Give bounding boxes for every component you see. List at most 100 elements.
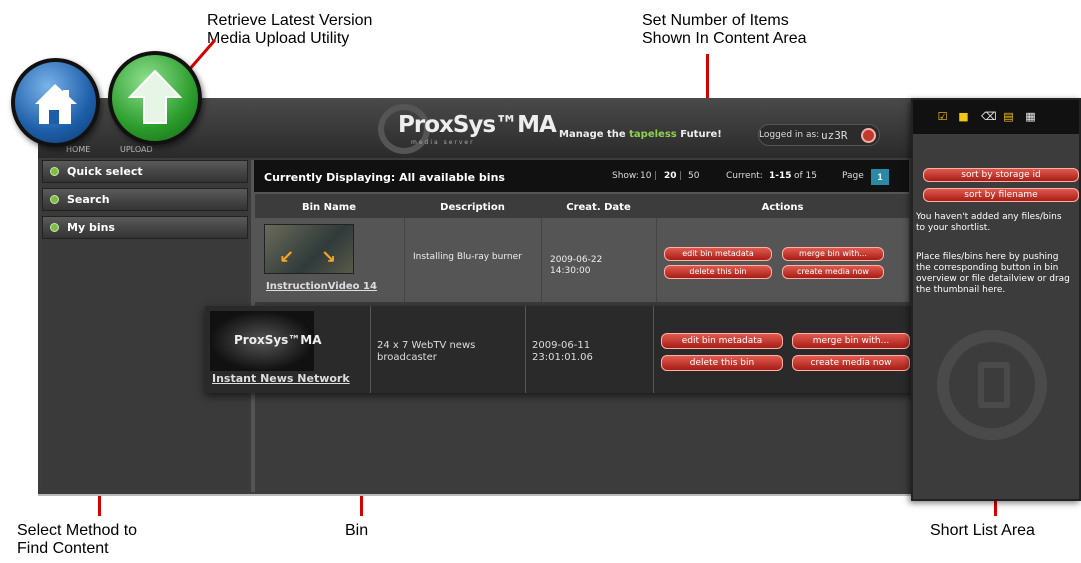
shortlist-hint-line2: the corresponding button in bin	[916, 263, 1059, 273]
show-option-10[interactable]: 10	[640, 171, 651, 181]
table-row: ↙ ↘ InstructionVideo 14 Installing Blu-r…	[254, 218, 909, 302]
shortlist-toolbar: ☑ ■ ⌫ ▤ ▦	[913, 100, 1079, 134]
bin-thumbnail[interactable]: ProxSys™MA	[210, 311, 322, 371]
bin-thumbnail[interactable]: ↙ ↘	[264, 224, 354, 274]
annotation-items-line2: Shown In Content Area	[642, 30, 807, 47]
logo-subtitle: media server	[411, 139, 475, 146]
bullet-icon	[50, 195, 59, 204]
thumbnail-logo-text: ProxSys™MA	[234, 333, 322, 347]
column-header-date: Creat. Date	[566, 202, 631, 213]
annotation-bin: Bin	[345, 522, 369, 539]
sort-by-storage-button[interactable]: sort by storage id	[923, 168, 1079, 182]
app-window: HOME UPLOAD ProxSys™MA media server Mana…	[38, 98, 913, 496]
document-watermark-icon	[937, 330, 1047, 440]
show-option-50[interactable]: 50	[688, 171, 699, 181]
up-arrow-icon	[127, 69, 183, 124]
sidebar-item-search[interactable]: Search	[42, 188, 248, 211]
current-of: of 15	[794, 171, 817, 181]
bin-name-link[interactable]: Instant News Network	[212, 372, 350, 385]
shortlist-hint-line3: overview or file detailview or drag	[916, 274, 1070, 284]
annotation-upload: Retrieve Latest Version Media Upload Uti…	[207, 12, 372, 48]
tagline-part-b: tapeless	[629, 129, 677, 140]
upload-nav-label[interactable]: UPLOAD	[120, 145, 153, 154]
sidebar-item-label: Search	[67, 193, 110, 206]
logged-in-label: Logged in as:	[759, 130, 820, 140]
separator: |	[679, 171, 683, 181]
trash-icon[interactable]: ⌫	[981, 111, 997, 122]
bin-card[interactable]: ProxSys™MA Instant News Network 24 x 7 W…	[205, 306, 915, 393]
document-shape	[978, 362, 1010, 408]
bullet-icon	[50, 167, 59, 176]
shortlist-empty-line1: You haven't added any files/bins	[916, 212, 1062, 222]
cell-divider	[525, 306, 526, 393]
annotation-items: Set Number of Items Shown In Content Are…	[642, 12, 807, 48]
sidebar-item-quick-select[interactable]: Quick select	[42, 160, 248, 183]
column-header-actions: Actions	[761, 202, 804, 213]
shortlist-empty-line2: to your shortlist.	[916, 223, 991, 233]
annotation-select: Select Method to Find Content	[17, 522, 137, 558]
arrow-icon: ↘	[321, 247, 337, 267]
shortlist-panel: ☑ ■ ⌫ ▤ ▦ sort by storage id sort by fil…	[911, 98, 1081, 501]
sidebar-item-label: My bins	[67, 221, 115, 234]
delete-bin-button[interactable]: delete this bin	[664, 265, 772, 279]
select-icon[interactable]: ■	[958, 111, 969, 122]
shortlist-hint-line1: Place files/bins here by pushing	[916, 252, 1059, 262]
sidebar-item-my-bins[interactable]: My bins	[42, 216, 248, 239]
arrow-icon: ↙	[279, 247, 295, 267]
create-media-button[interactable]: create media now	[782, 265, 884, 279]
username: uz3R	[821, 129, 848, 142]
annotation-items-line1: Set Number of Items	[642, 12, 789, 29]
bin-time: 23:01:01.06	[532, 352, 593, 363]
home-nav-label[interactable]: HOME	[66, 145, 90, 154]
current-label: Current:	[726, 171, 763, 181]
column-header-bin-name: Bin Name	[302, 202, 356, 213]
page-number[interactable]: 1	[871, 169, 889, 185]
tagline-part-c: Future!	[680, 129, 722, 140]
show-label: Show:	[612, 171, 639, 181]
cell-divider	[656, 218, 657, 302]
logo-name: ProxSys™MA	[398, 112, 557, 138]
annotation-shortlist: Short List Area	[930, 522, 1035, 539]
cell-divider	[370, 306, 371, 393]
edit-bin-metadata-button[interactable]: edit bin metadata	[661, 333, 783, 349]
shortlist-hint-line4: the thumbnail here.	[916, 285, 1006, 295]
annotation-upload-line2: Media Upload Utility	[207, 30, 350, 47]
checkbox-icon[interactable]: ☑	[937, 111, 948, 122]
pdf-icon[interactable]: ▦	[1025, 111, 1036, 122]
show-option-20[interactable]: 20	[664, 171, 677, 181]
merge-bin-button[interactable]: merge bin with...	[792, 333, 910, 349]
bin-description-line2: broadcaster	[377, 352, 437, 363]
tagline: Manage the tapeless Future!	[559, 129, 722, 140]
bullet-icon	[50, 223, 59, 232]
login-status: Logged in as: uz3R	[758, 124, 880, 146]
bin-description-line1: 24 x 7 WebTV news	[377, 340, 476, 351]
proxsys-logo: ProxSys™MA media server	[378, 102, 618, 154]
print-icon[interactable]: ▤	[1003, 111, 1014, 122]
annotation-select-line1: Select Method to	[17, 522, 138, 539]
annotation-select-line2: Find Content	[17, 540, 109, 557]
sort-by-filename-button[interactable]: sort by filename	[923, 188, 1079, 202]
tagline-part-a: Manage the	[559, 129, 626, 140]
cell-divider	[541, 218, 542, 302]
cell-divider	[653, 306, 654, 393]
column-header-description: Description	[440, 202, 505, 213]
bin-date: 2009-06-11	[532, 340, 591, 351]
delete-bin-button[interactable]: delete this bin	[661, 355, 783, 371]
upload-button[interactable]	[108, 51, 202, 145]
bin-description: Installing Blu-ray burner	[413, 252, 522, 262]
home-button[interactable]	[11, 58, 100, 147]
logout-icon[interactable]	[861, 128, 876, 143]
bin-date: 2009-06-22	[550, 255, 603, 265]
content-header: Currently Displaying: All available bins…	[254, 160, 909, 194]
house-icon	[35, 84, 77, 124]
annotation-upload-line1: Retrieve Latest Version	[207, 12, 373, 29]
bin-name-link[interactable]: InstructionVideo 14	[266, 281, 377, 292]
sidebar-item-label: Quick select	[67, 165, 143, 178]
merge-bin-button[interactable]: merge bin with...	[782, 247, 884, 261]
cell-divider	[404, 218, 405, 302]
page-label: Page	[842, 171, 864, 181]
bin-time: 14:30:00	[550, 266, 591, 276]
create-media-button[interactable]: create media now	[792, 355, 910, 371]
separator: |	[654, 171, 658, 181]
edit-bin-metadata-button[interactable]: edit bin metadata	[664, 247, 772, 261]
